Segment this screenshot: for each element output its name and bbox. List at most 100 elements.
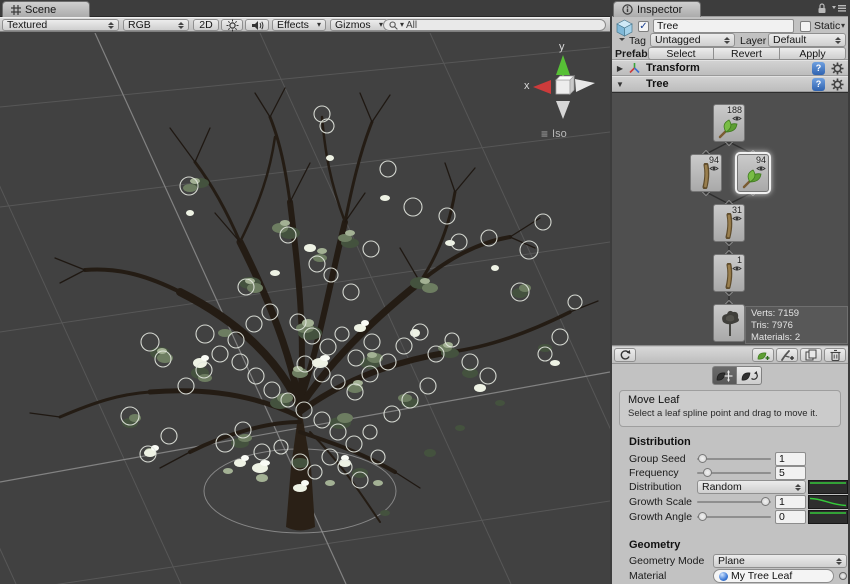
transform-component-header[interactable]: ▶ Transform ?: [612, 60, 848, 76]
scene-search-input[interactable]: ▾ All: [383, 19, 606, 31]
orientation-gizmo[interactable]: y x ≡ Iso: [523, 43, 609, 155]
prefab-apply-button[interactable]: Apply: [780, 47, 846, 60]
sun-icon: [226, 19, 239, 32]
mesh-stats-box: Verts: 7159 Tris: 7976 Materials: 2: [745, 306, 848, 344]
tree-hierarchy-canvas[interactable]: 188 94: [612, 92, 848, 346]
scene-panel: Scene Textured RGB 2D: [0, 0, 610, 584]
distribution-curve-preview[interactable]: [808, 480, 848, 494]
stats-tris: Tris: 7976: [751, 320, 842, 332]
growth-angle-curve-preview[interactable]: [808, 510, 848, 524]
name-field[interactable]: Tree: [653, 19, 794, 33]
updown-arrows-icon: [108, 22, 114, 29]
projection-label: Iso: [552, 128, 567, 140]
tree-node-root[interactable]: [713, 304, 745, 342]
tab-scene[interactable]: Scene: [2, 1, 90, 17]
material-sphere-icon: [719, 572, 728, 581]
add-leaf-icon: [756, 349, 771, 361]
gear-icon[interactable]: [831, 62, 844, 75]
lock-icon[interactable]: [817, 2, 827, 14]
frequency-slider[interactable]: [697, 472, 771, 474]
add-branch-icon: [780, 349, 795, 361]
projection-toggle[interactable]: ≡ Iso: [541, 127, 567, 141]
distribution-row: Distribution Random: [612, 480, 848, 494]
layer-dropdown[interactable]: Default: [768, 33, 846, 47]
refresh-button[interactable]: [614, 348, 636, 362]
material-object-field[interactable]: My Tree Leaf: [713, 569, 834, 583]
active-checkbox[interactable]: ✓: [638, 21, 649, 32]
tag-dropdown[interactable]: Untagged: [650, 33, 735, 47]
distribution-section-title: Distribution: [629, 436, 691, 448]
growth-scale-value-field[interactable]: 1: [775, 495, 806, 509]
prefab-revert-button[interactable]: Revert: [714, 47, 780, 60]
scene-render: [0, 33, 610, 584]
frequency-value-field[interactable]: 5: [775, 466, 806, 480]
gear-icon[interactable]: [831, 78, 844, 91]
group-seed-slider[interactable]: [697, 458, 771, 460]
delete-node-button[interactable]: [824, 348, 846, 362]
prefab-select-button[interactable]: Select: [648, 47, 714, 60]
rotate-leaf-tool-button[interactable]: [737, 366, 762, 385]
static-label: Static: [814, 20, 840, 32]
add-branch-group-button[interactable]: [776, 348, 798, 362]
tree-node-leaf-group[interactable]: 188: [713, 104, 745, 142]
fold-arrow-icon[interactable]: ▶: [612, 64, 628, 73]
gizmos-dropdown[interactable]: Gizmos ▾: [330, 19, 388, 31]
group-seed-label: Group Seed: [629, 453, 686, 465]
tree-node-branch-group[interactable]: 94: [690, 154, 722, 192]
speaker-icon: [251, 20, 264, 31]
trash-icon: [830, 349, 841, 361]
tree-node-trunk-group[interactable]: 1: [713, 254, 745, 292]
gameobject-header: ✓ Tree Static ▾ Tag Untagged Layer Defau…: [612, 17, 848, 60]
add-leaf-group-button[interactable]: [752, 348, 774, 362]
tag-label: Tag: [629, 35, 646, 47]
inspector-panel: Inspector: [612, 0, 848, 584]
gizmo-x-label[interactable]: x: [524, 80, 530, 92]
help-body: Select a leaf spline point and drag to m…: [628, 408, 832, 419]
scene-toolbar: Textured RGB 2D: [0, 17, 610, 32]
growth-angle-label: Growth Angle: [629, 511, 692, 523]
growth-angle-value-field[interactable]: 0: [775, 510, 806, 524]
geometry-mode-dropdown[interactable]: Plane: [713, 554, 847, 568]
scene-viewport[interactable]: y x ≡ Iso: [0, 33, 610, 584]
caret-down-icon: ▾: [317, 21, 321, 29]
help-title: Move Leaf: [628, 394, 832, 406]
distribution-label: Distribution: [629, 481, 682, 493]
updown-arrows-icon: [795, 484, 801, 491]
help-icon[interactable]: ?: [812, 78, 825, 91]
static-checkbox[interactable]: [800, 21, 811, 32]
growth-angle-slider[interactable]: [697, 516, 771, 518]
context-menu-icon[interactable]: [832, 3, 846, 13]
stats-verts: Verts: 7159: [751, 308, 842, 320]
layer-label: Layer: [740, 35, 766, 47]
growth-scale-label: Growth Scale: [629, 496, 692, 508]
tab-inspector[interactable]: Inspector: [613, 1, 701, 17]
audio-toggle-button[interactable]: [245, 19, 269, 31]
geometry-mode-row: Geometry Mode Plane: [612, 554, 848, 568]
fold-arrow-icon[interactable]: ▼: [612, 80, 628, 89]
move-leaf-icon: [716, 369, 733, 382]
material-object-picker[interactable]: [839, 572, 847, 580]
lighting-toggle-button[interactable]: [221, 19, 243, 31]
gizmo-y-label[interactable]: y: [559, 41, 565, 53]
help-icon[interactable]: ?: [812, 62, 825, 75]
2d-toggle-button[interactable]: 2D: [193, 19, 219, 31]
color-channel-dropdown[interactable]: RGB: [123, 19, 189, 31]
tree-node-leaf-group-selected[interactable]: 94: [737, 154, 769, 192]
growth-scale-slider[interactable]: [697, 501, 771, 503]
search-filter-caret-icon: ▾: [400, 21, 404, 29]
growth-scale-curve-preview[interactable]: [808, 495, 848, 509]
tree-component-header[interactable]: ▼ Tree ?: [612, 76, 848, 92]
static-flags-caret-icon[interactable]: ▾: [841, 22, 845, 30]
group-seed-value-field[interactable]: 1: [775, 452, 806, 466]
search-value: All: [406, 20, 417, 31]
tree-node-branch-group[interactable]: 31: [713, 204, 745, 242]
duplicate-node-button[interactable]: [800, 348, 822, 362]
leaf-node-icon: [740, 167, 764, 189]
distribution-dropdown[interactable]: Random: [697, 480, 806, 494]
move-leaf-tool-button[interactable]: [712, 366, 737, 385]
trunk-node-icon: [716, 263, 740, 289]
leaf-node-icon: [716, 117, 740, 139]
effects-dropdown[interactable]: Effects ▾: [272, 19, 326, 31]
transform-axes-icon: [628, 62, 641, 74]
draw-mode-dropdown[interactable]: Textured: [2, 19, 119, 31]
